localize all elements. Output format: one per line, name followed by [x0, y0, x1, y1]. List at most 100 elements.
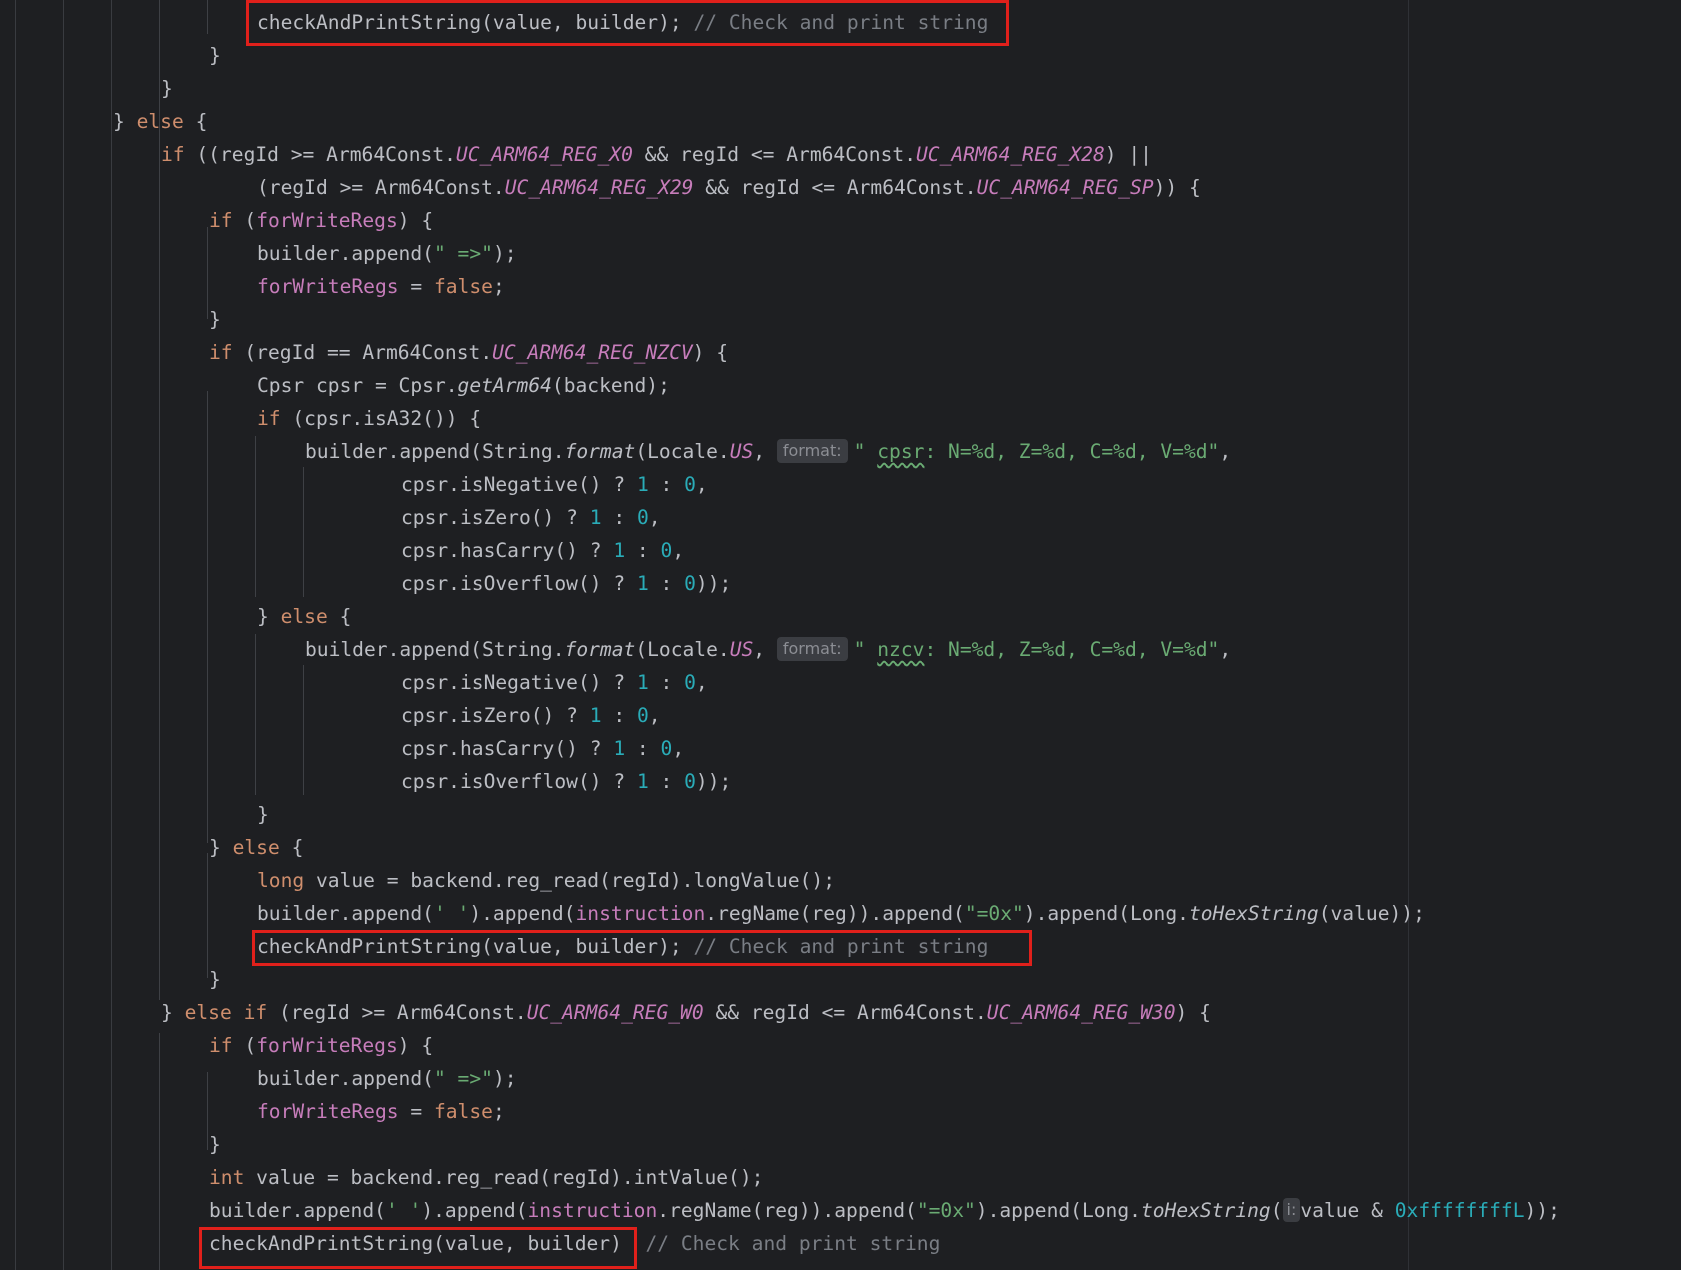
code-text: cpsr.hasCarry() ?	[401, 539, 614, 562]
code-line[interactable]: cpsr.isOverflow() ? 1 : 0));	[0, 765, 731, 798]
code-text: ));	[1524, 1199, 1560, 1222]
code-line[interactable]: if (regId == Arm64Const.UC_ARM64_REG_NZC…	[0, 336, 728, 369]
code-string: : N=%d, Z=%d, C=%d, V=%d"	[924, 440, 1220, 463]
code-line[interactable]: cpsr.hasCarry() ? 1 : 0,	[0, 534, 684, 567]
code-text: ));	[695, 572, 732, 595]
code-field: forWriteRegs	[257, 1100, 399, 1123]
code-line[interactable]: cpsr.isZero() ? 1 : 0,	[0, 501, 661, 534]
code-string: "=0x"	[916, 1199, 976, 1222]
code-text: builder.append(String.	[305, 638, 565, 661]
code-text: }	[209, 44, 221, 67]
code-line[interactable]: } else if (regId >= Arm64Const.UC_ARM64_…	[0, 996, 1211, 1029]
code-string: : N=%d, Z=%d, C=%d, V=%d"	[924, 638, 1220, 661]
code-number: 1	[613, 539, 626, 562]
code-string: "=0x"	[964, 902, 1024, 925]
code-text: ) {	[1175, 1001, 1211, 1024]
code-text: :	[601, 506, 637, 529]
code-string: "	[853, 440, 878, 463]
code-line[interactable]: builder.append(" =>");	[0, 237, 517, 270]
code-number: 1	[636, 671, 649, 694]
highlight-box	[199, 1227, 637, 1269]
code-line[interactable]: cpsr.isNegative() ? 1 : 0,	[0, 666, 708, 699]
code-text: value &	[1300, 1199, 1395, 1222]
code-text: builder.append(	[209, 1199, 386, 1222]
code-text: && regId <= Arm64Const.	[632, 143, 916, 166]
code-line[interactable]: }	[0, 303, 221, 336]
code-line[interactable]: builder.append(' ').append(instruction.r…	[0, 1194, 1560, 1227]
code-line[interactable]: }	[0, 39, 221, 72]
code-line[interactable]: if (forWriteRegs) {	[0, 1029, 433, 1062]
code-number: 1	[589, 506, 602, 529]
code-line[interactable]: } else {	[0, 600, 351, 633]
code-line[interactable]: }	[0, 1128, 221, 1161]
code-text: )) {	[1153, 176, 1201, 199]
code-line[interactable]: builder.append(String.format(Locale.US, …	[0, 435, 1231, 468]
code-text: =	[398, 275, 434, 298]
code-number: 0	[636, 506, 649, 529]
code-line[interactable]: if (cpsr.isA32()) {	[0, 402, 481, 435]
parameter-hint: format:	[776, 439, 848, 463]
code-text: {	[327, 605, 352, 628]
code-text: (	[232, 1034, 257, 1057]
code-static-method: toHexString	[1140, 1199, 1271, 1222]
code-string: "	[853, 638, 878, 661]
code-line[interactable]: (regId >= Arm64Const.UC_ARM64_REG_X29 &&…	[0, 171, 1201, 204]
code-line[interactable]: cpsr.isNegative() ? 1 : 0,	[0, 468, 708, 501]
code-text: builder.append(	[257, 242, 434, 265]
code-text: ,	[648, 704, 661, 727]
code-line[interactable]: forWriteRegs = false;	[0, 1095, 505, 1128]
code-text: {	[183, 110, 208, 133]
code-text: ));	[695, 770, 732, 793]
code-line[interactable]: builder.append(" =>");	[0, 1062, 517, 1095]
code-editor[interactable]: checkAndPrintString(value, builder); // …	[0, 0, 1681, 1270]
code-text: :	[648, 671, 685, 694]
code-line[interactable]: cpsr.isZero() ? 1 : 0,	[0, 699, 661, 732]
code-line[interactable]: cpsr.hasCarry() ? 1 : 0,	[0, 732, 684, 765]
code-line[interactable]: long value = backend.reg_read(regId).lon…	[0, 864, 835, 897]
code-text: ;	[492, 1100, 505, 1123]
code-constant: UC_ARM64_REG_X29	[504, 176, 694, 199]
code-keyword: int	[209, 1166, 245, 1189]
code-text: :	[601, 704, 637, 727]
code-line[interactable]: builder.append(String.format(Locale.US, …	[0, 633, 1231, 666]
code-line[interactable]: Cpsr cpsr = Cpsr.getArm64(backend);	[0, 369, 670, 402]
code-text: ,	[753, 638, 777, 661]
code-number: 0xffffffffL	[1394, 1199, 1525, 1222]
code-text: value = backend.reg_read(regId).longValu…	[304, 869, 836, 892]
code-constant: UC_ARM64_REG_NZCV	[492, 341, 693, 364]
code-line[interactable]: int value = backend.reg_read(regId).intV…	[0, 1161, 763, 1194]
code-line[interactable]: }	[0, 963, 221, 996]
code-line[interactable]: forWriteRegs = false;	[0, 270, 505, 303]
code-line[interactable]: } else {	[0, 831, 303, 864]
code-line[interactable]: builder.append(' ').append(instruction.r…	[0, 897, 1425, 930]
code-constant: UC_ARM64_REG_SP	[976, 176, 1154, 199]
code-line[interactable]: cpsr.isOverflow() ? 1 : 0));	[0, 567, 731, 600]
code-number: 0	[636, 704, 649, 727]
code-line[interactable]: }	[0, 72, 173, 105]
code-constant: UC_ARM64_REG_X28	[916, 143, 1105, 166]
code-number: 0	[684, 572, 696, 595]
code-text: }	[209, 836, 233, 859]
code-text: (value));	[1318, 902, 1425, 925]
code-text: ) {	[692, 341, 729, 364]
code-string: ' '	[385, 1199, 422, 1222]
code-text: }	[257, 803, 269, 826]
code-line[interactable]: if (forWriteRegs) {	[0, 204, 433, 237]
code-text: }	[209, 1133, 221, 1156]
code-text: ,	[672, 539, 685, 562]
code-number: 0	[684, 671, 696, 694]
code-number: 1	[636, 572, 649, 595]
code-string: ' '	[433, 902, 470, 925]
code-line[interactable]: } else {	[0, 105, 207, 138]
code-text: ,	[1219, 638, 1232, 661]
code-text: (	[232, 209, 257, 232]
highlight-box	[246, 0, 1009, 46]
code-text: ) ||	[1104, 143, 1152, 166]
code-text: );	[492, 1067, 517, 1090]
code-constant: UC_ARM64_REG_X0	[455, 143, 633, 166]
code-line[interactable]: }	[0, 798, 269, 831]
code-constant: UC_ARM64_REG_W30	[986, 1001, 1176, 1024]
code-text: :	[648, 572, 685, 595]
code-text: :	[648, 473, 685, 496]
code-line[interactable]: if ((regId >= Arm64Const.UC_ARM64_REG_X0…	[0, 138, 1152, 171]
